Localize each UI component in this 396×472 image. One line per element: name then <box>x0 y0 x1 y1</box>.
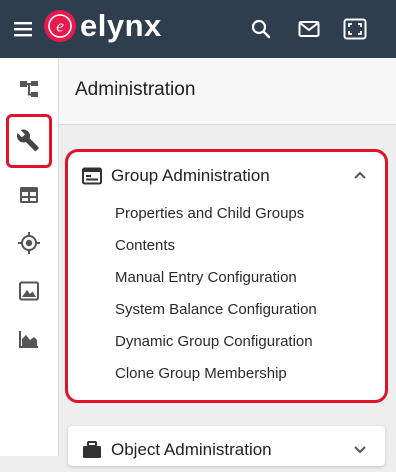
link-system-balance-configuration[interactable]: System Balance Configuration <box>68 294 385 326</box>
chevron-down-icon[interactable] <box>353 444 367 454</box>
brand-name: elynx <box>80 8 162 43</box>
nav-table[interactable] <box>6 172 52 218</box>
image-icon <box>19 281 39 301</box>
link-clone-group-membership[interactable]: Clone Group Membership <box>68 358 385 390</box>
wrench-icon <box>17 129 39 152</box>
chevron-up-icon[interactable] <box>353 170 367 180</box>
link-dynamic-group-configuration[interactable]: Dynamic Group Configuration <box>68 326 385 358</box>
link-manual-entry-configuration[interactable]: Manual Entry Configuration <box>68 262 385 294</box>
toolbox-icon <box>83 441 101 458</box>
svg-text:e: e <box>56 17 64 36</box>
group-administration-title: Group Administration <box>111 166 270 185</box>
search-icon[interactable] <box>248 16 274 42</box>
page-header: Administration <box>59 58 396 125</box>
mail-icon[interactable] <box>296 16 322 42</box>
group-administration-card: Group Administration Properties and Chil… <box>65 149 388 403</box>
crosshair-icon <box>18 232 40 254</box>
elynx-logo-mark: e <box>44 10 76 42</box>
fullscreen-icon[interactable] <box>342 16 368 42</box>
object-administration-card: Object Administration <box>68 426 385 466</box>
area-chart-icon <box>19 331 38 348</box>
nav-charts[interactable] <box>6 316 52 362</box>
page-title: Administration <box>75 79 196 100</box>
hierarchy-icon <box>20 81 38 97</box>
nav-location[interactable] <box>6 220 52 266</box>
object-administration-header[interactable]: Object Administration <box>68 426 385 472</box>
group-administration-links: Properties and Child Groups Contents Man… <box>68 198 385 400</box>
group-window-icon <box>82 167 102 185</box>
side-navigation <box>0 58 59 456</box>
object-administration-title: Object Administration <box>111 440 272 459</box>
nav-hierarchy[interactable] <box>6 66 52 112</box>
elynx-logo[interactable]: e elynx <box>44 10 162 42</box>
nav-administration[interactable] <box>6 114 52 168</box>
group-administration-header[interactable]: Group Administration <box>68 152 385 198</box>
table-icon <box>20 187 38 203</box>
nav-images[interactable] <box>6 268 52 314</box>
link-contents[interactable]: Contents <box>68 230 385 262</box>
top-app-bar: e elynx <box>0 0 396 58</box>
link-properties-child-groups[interactable]: Properties and Child Groups <box>68 198 385 230</box>
hamburger-menu-icon[interactable] <box>12 19 34 39</box>
